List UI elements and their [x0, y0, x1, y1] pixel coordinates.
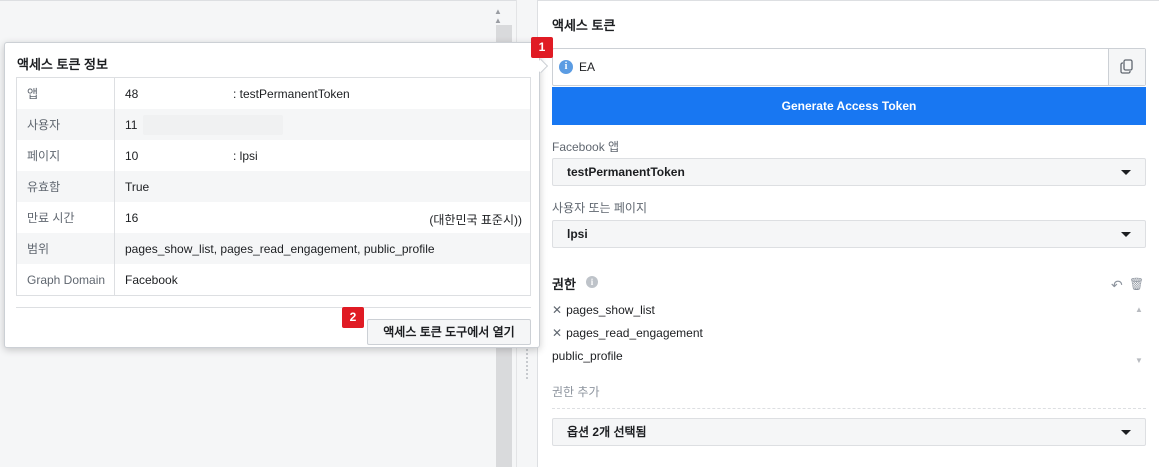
table-row: 앱 48 : testPermanentToken	[16, 77, 531, 109]
copy-button[interactable]	[1108, 49, 1145, 85]
row-right: (대한민국 표준시))	[429, 213, 522, 227]
permissions-list: ✕ pages_show_list ✕ pages_read_engagement …	[552, 299, 1146, 371]
user-or-page-select[interactable]: lpsi	[552, 220, 1146, 248]
trash-icon[interactable]: 🗑	[1129, 277, 1144, 291]
x-icon[interactable]: ✕	[552, 326, 562, 340]
scroll-arrows[interactable]: ▲ ▲	[494, 7, 516, 25]
scroll-up-icon[interactable]: ▲	[1135, 305, 1143, 314]
row-key: 앱	[16, 77, 115, 109]
popover-divider	[16, 307, 531, 308]
table-row: 사용자 11	[16, 109, 531, 140]
info-icon[interactable]: i	[559, 60, 573, 74]
row-value: 16	[125, 211, 139, 225]
row-value: True	[125, 180, 150, 194]
access-token-field[interactable]: i EA	[552, 48, 1146, 86]
facebook-app-select[interactable]: testPermanentToken	[552, 158, 1146, 186]
table-row: 유효함 True	[16, 171, 531, 202]
undo-icon[interactable]: ↶	[1111, 277, 1123, 294]
facebook-app-value: testPermanentToken	[567, 165, 685, 179]
access-token-title: 액세스 토큰	[552, 18, 616, 33]
caret-down-icon	[1121, 170, 1131, 175]
open-in-token-tool-button[interactable]: 액세스 토큰 도구에서 열기	[367, 319, 531, 345]
row-key: 만료 시간	[16, 202, 115, 233]
user-or-page-value: lpsi	[567, 227, 588, 241]
x-icon[interactable]: ✕	[552, 303, 562, 317]
facebook-app-label: Facebook 앱	[552, 140, 620, 154]
permissions-info-icon[interactable]: i	[586, 276, 598, 288]
row-key: 유효함	[16, 171, 115, 202]
row-value: 10	[125, 149, 139, 163]
add-permission-input[interactable]: 권한 추가	[552, 383, 1146, 409]
access-token-value[interactable]: EA	[579, 60, 595, 74]
row-value: 11	[125, 118, 138, 132]
table-row: 페이지 10 : lpsi	[16, 140, 531, 171]
scroll-down-icon[interactable]: ▼	[1135, 356, 1143, 365]
copy-icon	[1120, 59, 1133, 74]
row-key: 사용자	[16, 109, 115, 140]
right-pane: 액세스 토큰 i EA Generate Access Token Facebo…	[538, 0, 1159, 467]
row-value: 48	[125, 87, 139, 101]
user-or-page-label: 사용자 또는 페이지	[552, 201, 647, 215]
table-row: 범위 pages_show_list, pages_read_engagemen…	[16, 233, 531, 264]
permission-item: ✕ pages_show_list	[552, 303, 655, 317]
row-sub: : testPermanentToken	[233, 87, 350, 101]
caret-down-icon	[1121, 430, 1131, 435]
permission-item: ✕ pages_read_engagement	[552, 326, 703, 340]
permission-item: public_profile	[552, 349, 623, 363]
row-sub: : lpsi	[233, 149, 258, 163]
redacted-block	[143, 115, 283, 135]
access-token-info-popover: 액세스 토큰 정보 앱 48 : testPermanentToken 사용자 …	[4, 42, 549, 348]
caret-down-icon	[1121, 232, 1131, 237]
permissions-title: 권한	[552, 277, 576, 292]
generate-access-token-button[interactable]: Generate Access Token	[552, 87, 1146, 125]
row-value: Facebook	[125, 273, 178, 287]
row-key: 페이지	[16, 140, 115, 171]
table-row: 만료 시간 16 (대한민국 표준시))	[16, 202, 531, 233]
row-value: pages_show_list, pages_read_engagement, …	[125, 242, 435, 256]
annotation-badge-1: 1	[531, 37, 553, 58]
annotation-badge-2: 2	[342, 307, 364, 328]
row-key: Graph Domain	[16, 264, 115, 296]
token-info-table: 앱 48 : testPermanentToken 사용자 11 페이지 10 …	[16, 77, 531, 296]
options-select-value: 옵션 2개 선택됨	[567, 425, 647, 439]
permissions-scrollbar[interactable]: ▲ ▼	[1132, 299, 1146, 371]
table-row: Graph Domain Facebook	[16, 264, 531, 296]
options-select[interactable]: 옵션 2개 선택됨	[552, 418, 1146, 446]
popover-title: 액세스 토큰 정보	[17, 57, 108, 72]
row-key: 범위	[16, 233, 115, 264]
